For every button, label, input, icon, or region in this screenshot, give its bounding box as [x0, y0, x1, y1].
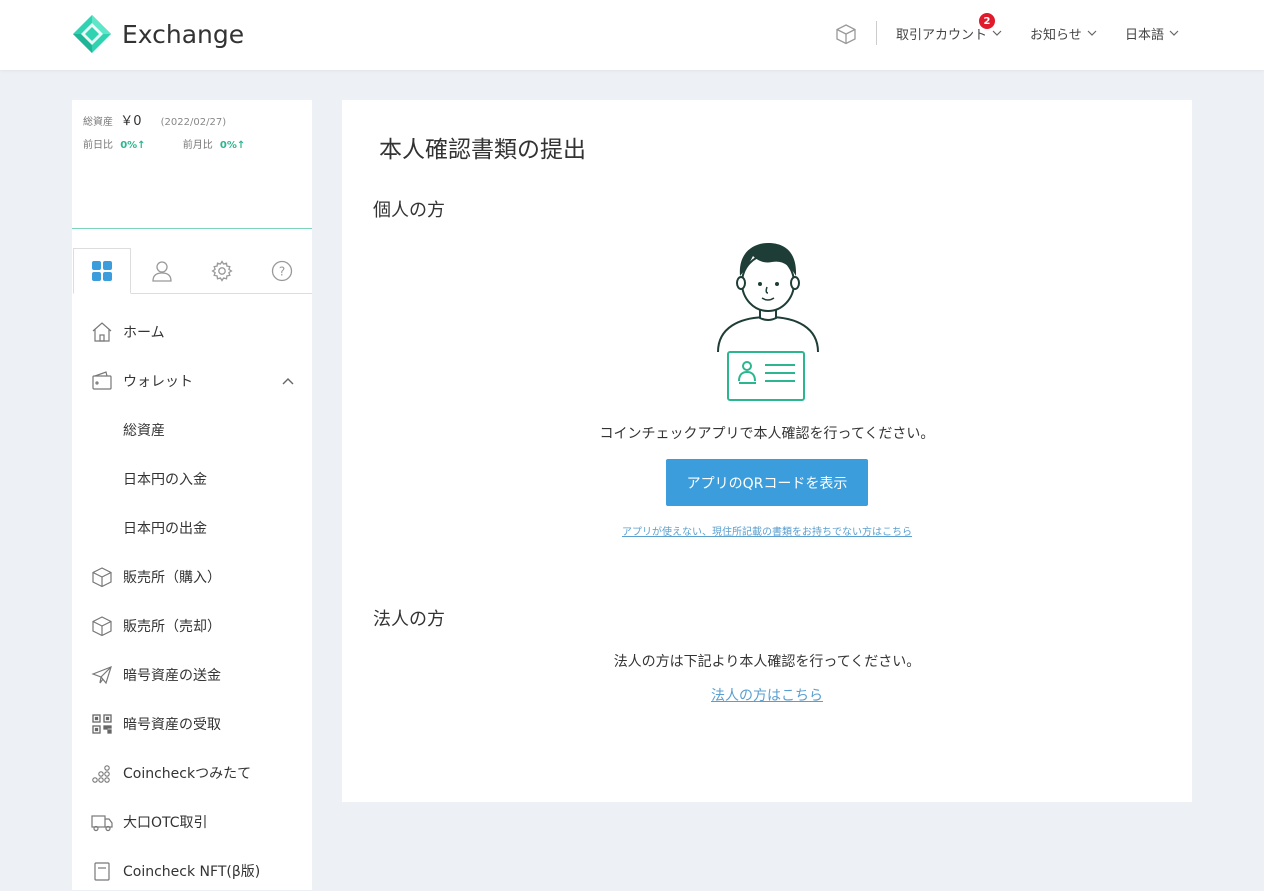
tab-account[interactable] [133, 248, 191, 294]
language-menu[interactable]: 日本語 [1125, 24, 1179, 43]
sidebar-tabs: ? [72, 248, 312, 294]
logo-diamond-icon [73, 15, 111, 53]
language-label: 日本語 [1125, 28, 1165, 43]
corporate-instruction: 法人の方は下記より本人確認を行ってください。 [613, 654, 921, 670]
sidebar-item-home[interactable]: ホーム [72, 312, 312, 352]
individual-instruction: コインチェックアプリで本人確認を行ってください。 [599, 426, 935, 442]
tab-settings[interactable] [193, 248, 251, 294]
sidebar-item-nft[interactable]: Coincheck NFT(β版) [72, 851, 312, 891]
chevron-down-icon [992, 30, 1002, 36]
total-assets-amount: ￥0 [120, 114, 142, 129]
header-separator [876, 21, 877, 45]
sidebar-item-label: 販売所（売却） [123, 619, 221, 635]
month-change-label: 前月比 [182, 140, 213, 151]
day-change-label: 前日比 [83, 140, 113, 151]
sidebar-item-label: ホーム [123, 325, 165, 341]
tab-help[interactable]: ? [253, 248, 311, 294]
sidebar-item-wallet[interactable]: ウォレット [72, 361, 312, 401]
notices-menu[interactable]: お知らせ [1030, 24, 1097, 43]
sidebar-item-label: Coincheckつみたて [123, 766, 252, 782]
individual-heading: 個人の方 [373, 200, 445, 221]
sidebar-item-tsumitate[interactable]: Coincheckつみたて [72, 753, 312, 793]
notices-label: お知らせ [1030, 28, 1082, 43]
sidebar-item-label: 暗号資産の送金 [123, 668, 221, 684]
sidebar-subitem-total-assets[interactable]: 総資産 [72, 410, 312, 450]
grid-icon [92, 261, 112, 281]
sidebar-item-label: 日本円の入金 [123, 472, 207, 488]
sidebar-item-label: ウォレット [123, 374, 193, 390]
truck-icon [90, 810, 114, 834]
identity-verification-card: 本人確認書類の提出 個人の方 コインチェックアプリで本人確認を行ってください。 … [342, 100, 1192, 802]
chevron-down-icon [1087, 30, 1097, 36]
qr-code-icon [90, 712, 114, 736]
top-header: Exchange 取引アカウント 2 お知らせ 日本語 [0, 0, 1264, 70]
sidebar-item-otc[interactable]: 大口OTC取引 [72, 802, 312, 842]
chevron-down-icon [1169, 30, 1179, 36]
person-id-card-illustration [717, 243, 819, 401]
svg-text:?: ? [279, 265, 285, 279]
sidebar-item-label: Coincheck NFT(β版) [123, 864, 261, 880]
chevron-up-icon[interactable] [282, 377, 294, 385]
cube-icon [90, 565, 114, 589]
sidebar-item-label: 販売所（購入） [123, 570, 221, 586]
sidebar-item-receive-crypto[interactable]: 暗号資産の受取 [72, 704, 312, 744]
sidebar-item-label: 日本円の出金 [123, 521, 207, 537]
day-change-value: 0%↑ [120, 140, 146, 151]
nft-icon [90, 859, 114, 883]
sidebar-subitem-jpy-deposit[interactable]: 日本円の入金 [72, 459, 312, 499]
asset-summary: 総資産 ￥0 (2022/02/27) 前日比 0%↑ 前月比 0%↑ [72, 100, 312, 229]
total-assets-label: 総資産 [83, 117, 113, 128]
sidebar-item-label: 暗号資産の受取 [123, 717, 221, 733]
tab-dashboard[interactable] [73, 248, 131, 294]
sidebar-item-buy[interactable]: 販売所（購入） [72, 557, 312, 597]
home-icon [90, 320, 114, 344]
wallet-icon [90, 369, 114, 393]
gear-icon [211, 260, 233, 282]
sidebar: 総資産 ￥0 (2022/02/27) 前日比 0%↑ 前月比 0%↑ ? ホー… [72, 100, 312, 890]
sidebar-subitem-jpy-withdraw[interactable]: 日本円の出金 [72, 508, 312, 548]
sidebar-item-send-crypto[interactable]: 暗号資産の送金 [72, 655, 312, 695]
corporate-link[interactable]: 法人の方はこちら [342, 685, 1192, 705]
notification-badge: 2 [979, 13, 995, 29]
trading-account-label: 取引アカウント [896, 28, 988, 43]
no-app-link[interactable]: アプリが使えない、現住所記載の書類をお持ちでない方はこちら [342, 523, 1192, 538]
cube-icon [90, 614, 114, 638]
month-change-value: 0%↑ [219, 140, 246, 151]
cube-icon[interactable] [835, 23, 857, 49]
logo[interactable]: Exchange [72, 14, 244, 54]
sidebar-item-sell[interactable]: 販売所（売却） [72, 606, 312, 646]
asset-date: (2022/02/27) [160, 117, 227, 128]
corporate-heading: 法人の方 [373, 609, 445, 630]
user-icon [152, 261, 172, 282]
sidebar-item-label: 総資産 [123, 423, 165, 439]
show-qr-code-button[interactable]: アプリのQRコードを表示 [666, 459, 868, 506]
coins-icon [90, 761, 114, 785]
paper-plane-icon [90, 663, 114, 687]
help-icon: ? [271, 260, 293, 282]
sidebar-item-label: 大口OTC取引 [123, 815, 208, 831]
page-title: 本人確認書類の提出 [379, 137, 586, 163]
logo-text: Exchange [122, 19, 245, 49]
